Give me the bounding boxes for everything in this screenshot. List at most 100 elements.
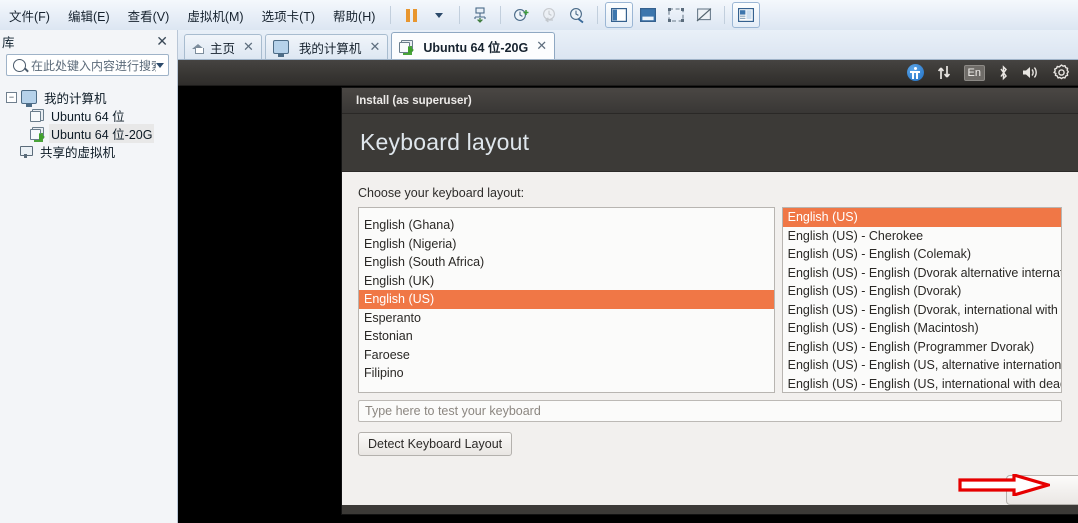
tree-item-ubuntu-64[interactable]: Ubuntu 64 位 [0, 106, 177, 124]
list-item[interactable]: English (US) - English (Macintosh) [783, 319, 1061, 338]
keyboard-test-input[interactable]: Type here to test your keyboard [358, 400, 1062, 422]
vm-viewport[interactable]: En Install (as superuser) Keyboard layou… [178, 60, 1078, 523]
vm-running-icon [30, 126, 45, 141]
tab-label: 我的计算机 [298, 41, 362, 56]
pause-icon [405, 8, 417, 22]
list-item-selected[interactable]: English (US) [782, 208, 1061, 227]
installer-header: Keyboard layout [342, 114, 1078, 172]
keyboard-test-placeholder: Type here to test your keyboard [365, 404, 541, 418]
unity-mode-button[interactable] [691, 3, 717, 27]
network-icon[interactable] [937, 60, 951, 86]
tree-item-label: Ubuntu 64 位-20G [49, 123, 155, 143]
installer-body: Choose your keyboard layout: English (Gh… [342, 172, 1078, 456]
installer-bottom-bar [342, 505, 1078, 514]
search-input[interactable]: 在此处键入内容进行搜索 [6, 54, 169, 76]
power-dropdown-button[interactable] [426, 3, 452, 27]
manage-snapshots-button[interactable] [467, 3, 493, 27]
list-item[interactable]: English (US) - English (Dvorak alternati… [783, 264, 1061, 283]
toolbar-divider-4 [597, 6, 599, 24]
list-item[interactable]: English (US) - English (Dvorak, internat… [783, 301, 1061, 320]
revert-snapshot-button[interactable] [536, 3, 562, 27]
shared-vm-icon [19, 145, 33, 158]
volume-icon[interactable] [1022, 60, 1040, 86]
close-icon[interactable]: ✕ [153, 34, 171, 48]
snapshot-manager-icon [474, 7, 486, 23]
snapshot-settings-button[interactable] [564, 3, 590, 27]
tab-close-icon[interactable]: ✕ [369, 39, 380, 55]
accessibility-icon[interactable] [906, 60, 924, 86]
pause-vm-button[interactable] [398, 3, 424, 27]
detect-keyboard-layout-button[interactable]: Detect Keyboard Layout [358, 432, 513, 456]
tab-strip: 主页 ✕ 我的计算机 ✕ Ubuntu 64 位-20G ✕ [178, 30, 1078, 60]
list-item[interactable]: Filipino [359, 364, 774, 383]
list-item[interactable]: English (South Africa) [359, 253, 774, 272]
library-title: 库 [2, 35, 15, 50]
tree-item-label: 我的计算机 [44, 91, 107, 106]
tree-item-my-computer[interactable]: − 我的计算机 [0, 88, 177, 107]
system-settings-gear-icon[interactable] [1053, 60, 1070, 86]
menu-vm[interactable]: 虚拟机(M) [178, 3, 252, 28]
snapshot-add-icon [514, 9, 529, 21]
tree-item-label: 共享的虚拟机 [40, 145, 116, 160]
show-library-button[interactable] [605, 2, 634, 28]
list-item[interactable]: English (US) - English (Colemak) [783, 245, 1061, 264]
list-item[interactable]: English (Nigeria) [359, 235, 774, 254]
keyboard-layout-list[interactable]: English (Ghana) English (Nigeria) Englis… [358, 207, 775, 393]
tab-my-computer[interactable]: 我的计算机 ✕ [264, 34, 389, 59]
list-item[interactable]: Faroese [359, 346, 774, 365]
list-item[interactable]: Esperanto [359, 309, 774, 328]
list-item-selected[interactable]: English (US) [359, 290, 774, 309]
tree-item-ubuntu-64-20g[interactable]: Ubuntu 64 位-20G [0, 123, 177, 143]
installer-window-title: Install (as superuser) [356, 94, 472, 107]
list-item[interactable]: Estonian [359, 327, 774, 346]
list-item[interactable]: English (US) - English (Dvorak) [783, 282, 1061, 301]
tab-home[interactable]: 主页 ✕ [184, 34, 262, 59]
library-header: 库 ✕ [0, 30, 177, 52]
menu-file[interactable]: 文件(F) [0, 3, 59, 28]
list-item[interactable]: English (UK) [359, 272, 774, 291]
list-item[interactable]: English (Ghana) [359, 216, 774, 235]
tab-label: Ubuntu 64 位-20G [423, 40, 529, 55]
tab-close-icon[interactable]: ✕ [536, 38, 547, 54]
list-item[interactable]: English (US) - English (US, alternative … [783, 356, 1061, 375]
tree-twisty-icon[interactable]: − [6, 91, 17, 103]
installer-titlebar[interactable]: Install (as superuser) [342, 88, 1078, 114]
menu-bar: 文件(F) 编辑(E) 查看(V) 虚拟机(M) 选项卡(T) 帮助(H) [0, 0, 1078, 31]
list-item-clipped[interactable] [359, 208, 774, 216]
bluetooth-icon[interactable] [998, 60, 1009, 86]
menu-edit[interactable]: 编辑(E) [59, 3, 119, 28]
list-item[interactable]: English (US) - English (US, internationa… [783, 375, 1061, 393]
keyboard-layout-indicator[interactable]: En [963, 60, 985, 86]
library-sidebar: 库 ✕ 在此处键入内容进行搜索 − 我的计算机 Ubuntu 64 位 Ubun… [0, 30, 178, 523]
menu-view[interactable]: 查看(V) [119, 3, 179, 28]
thumbnail-bar-icon [738, 8, 755, 22]
ubuntu-top-panel: En [178, 60, 1078, 86]
console-view-button[interactable] [635, 3, 661, 27]
search-icon [13, 58, 26, 72]
vm-running-icon [399, 39, 415, 54]
tab-close-icon[interactable]: ✕ [243, 39, 254, 55]
tab-ubuntu-64-20g[interactable]: Ubuntu 64 位-20G ✕ [391, 32, 556, 59]
thumbnail-bar-button[interactable] [732, 2, 761, 28]
list-item[interactable]: English (US) - English (Programmer Dvora… [783, 338, 1061, 357]
take-snapshot-button[interactable] [508, 3, 534, 27]
caret-down-icon [435, 12, 444, 18]
list-item[interactable]: English (US) - Cherokee [783, 227, 1061, 246]
home-icon [192, 41, 205, 54]
choose-layout-label: Choose your keyboard layout: [358, 186, 525, 200]
tab-label: 主页 [210, 41, 236, 56]
fullscreen-button[interactable] [663, 3, 689, 27]
monitor-icon [21, 90, 37, 107]
menu-tabs[interactable]: 选项卡(T) [253, 3, 324, 28]
sidebar-panel-icon [611, 8, 628, 22]
menu-help[interactable]: 帮助(H) [324, 3, 384, 28]
console-view-icon [640, 8, 657, 22]
keyboard-variant-list[interactable]: English (US) English (US) - Cherokee Eng… [781, 207, 1062, 393]
ubuntu-installer-window: Install (as superuser) Keyboard layout C… [342, 88, 1078, 514]
snapshot-settings-icon [570, 8, 584, 24]
tree-item-shared-vms[interactable]: 共享的虚拟机 [0, 142, 177, 160]
chevron-down-icon[interactable] [156, 62, 164, 68]
vmware-workstation-window: 文件(F) 编辑(E) 查看(V) 虚拟机(M) 选项卡(T) 帮助(H) 库 … [0, 0, 1078, 523]
vm-tree: − 我的计算机 Ubuntu 64 位 Ubuntu 64 位-20G 共享的虚… [0, 88, 177, 160]
toolbar-divider-5 [724, 6, 726, 24]
